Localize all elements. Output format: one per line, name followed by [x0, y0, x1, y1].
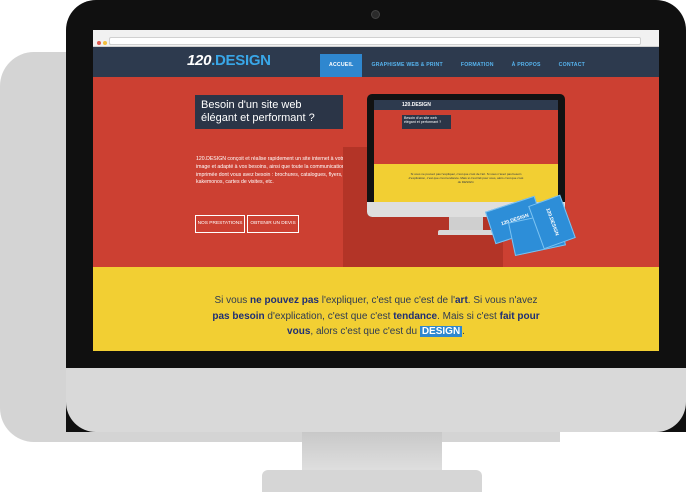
mockup-foot — [438, 230, 494, 235]
tagline-part: Si vous — [214, 295, 251, 306]
tagline-section: Si vous ne pouvez pas l'expliquer, c'est… — [93, 267, 659, 351]
logo-suffix: .DESIGN — [211, 52, 271, 69]
mockup-screen: 120.DESIGN Besoin d'un site web élégant … — [374, 100, 558, 202]
tagline-part: l'expliquer, c'est que c'est de l' — [318, 295, 455, 306]
nav-graphisme[interactable]: GRAPHISME WEB & PRINT — [362, 54, 451, 77]
tagline-bold: ne pouvez pas — [250, 295, 319, 306]
prestations-button[interactable]: NOS PRESTATIONS — [195, 215, 245, 233]
hero-title: Besoin d'un site web élégant et performa… — [195, 95, 343, 129]
nav-accueil[interactable]: ACCUEIL — [320, 54, 363, 77]
tagline-part: , alors c'est que c'est du — [310, 326, 420, 337]
site-header: 120.DESIGN ACCUEIL GRAPHISME WEB & PRINT… — [93, 47, 659, 77]
hero-section: Besoin d'un site web élégant et performa… — [93, 77, 659, 277]
screen: 120.DESIGN ACCUEIL GRAPHISME WEB & PRINT… — [93, 30, 659, 351]
devis-button[interactable]: OBTENIR UN DEVIS — [247, 215, 299, 233]
monitor-chin — [66, 368, 686, 432]
tagline-bold: tendance — [393, 310, 438, 322]
camera-icon — [371, 10, 380, 19]
mockup-stand — [449, 217, 483, 231]
monitor-stand-foot — [262, 470, 482, 492]
mockup-logo: 120.DESIGN — [402, 102, 431, 108]
mockup-title: Besoin d'un site web élégant et performa… — [402, 115, 451, 129]
tagline-part: . — [462, 326, 465, 337]
hero-description: 120.DESIGN conçoit et réalise rapidement… — [196, 156, 347, 186]
tagline-part: d'explication, c'est que c'est — [264, 310, 394, 322]
minimize-dot-icon[interactable] — [103, 41, 107, 45]
logo-prefix: 120 — [187, 52, 212, 69]
nav-formation[interactable]: FORMATION — [452, 54, 503, 77]
mockup-tagline: Si vous ne pouvez pas l'expliquer, c'est… — [408, 172, 524, 184]
tagline-bold: art — [455, 295, 468, 306]
close-dot-icon[interactable] — [97, 41, 101, 45]
tagline-part: . Mais si c'est — [437, 310, 500, 322]
nav-a-propos[interactable]: À PROPOS — [503, 54, 550, 77]
nav-contact[interactable]: CONTACT — [550, 54, 594, 77]
mockup-nav: 120.DESIGN — [374, 100, 558, 110]
browser-chrome — [93, 30, 659, 47]
main-nav: ACCUEIL GRAPHISME WEB & PRINT FORMATION … — [320, 54, 594, 77]
tagline-bold: pas besoin — [212, 310, 265, 322]
design-tag: DESIGN — [419, 326, 463, 337]
tagline-text: Si vous ne pouvez pas l'expliquer, c'est… — [205, 293, 547, 340]
tagline-part: . Si vous n'avez — [467, 295, 538, 306]
site-logo[interactable]: 120.DESIGN — [187, 52, 271, 69]
address-bar[interactable] — [109, 37, 641, 45]
